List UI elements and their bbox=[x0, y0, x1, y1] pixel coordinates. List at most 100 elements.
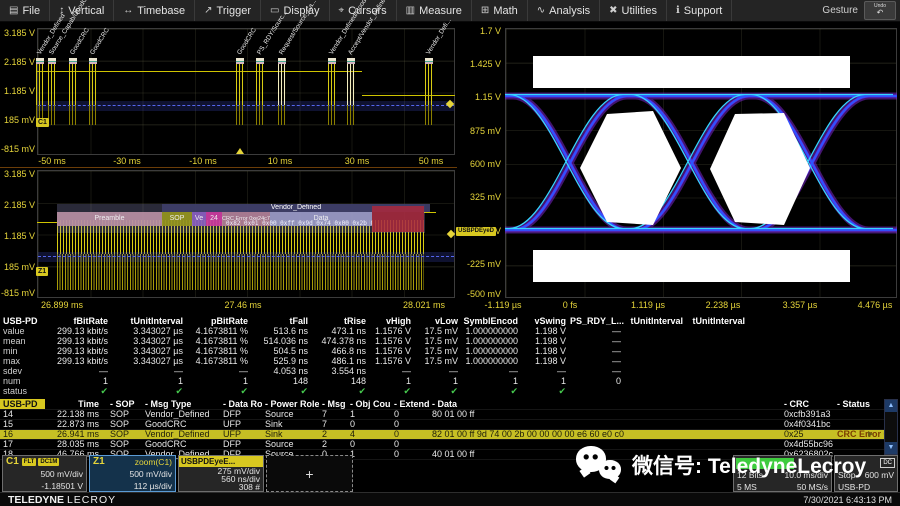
protocol-row[interactable]: 1626.941 msSOPVendor_DefinedUFPSink24082… bbox=[0, 430, 884, 440]
measure-cell: ✔ bbox=[187, 386, 252, 396]
c1-level-badge[interactable]: C1 bbox=[36, 118, 49, 127]
protocol-cell: Sink bbox=[262, 420, 319, 429]
menu-item-label: Support bbox=[684, 5, 723, 17]
protocol-cell: 0 bbox=[391, 440, 429, 449]
measure-cell bbox=[687, 366, 749, 376]
measure-cell: — bbox=[46, 366, 112, 376]
mask-top bbox=[533, 56, 850, 88]
zoom-descriptor-z1[interactable]: Z1 zoom(C1) 500 mV/div 112 µs/div bbox=[89, 455, 176, 492]
channel-descriptor-c1[interactable]: C1 FLTDC1M 500 mV/div -1.18501 V bbox=[2, 455, 87, 492]
measure-cell: 1.198 V bbox=[522, 336, 570, 346]
protocol-cell bbox=[429, 420, 781, 429]
decode-segment: Ve bbox=[192, 212, 206, 226]
axis-tick-label: 1.119 µs bbox=[631, 300, 665, 310]
measure-cell: 3.343027 µs bbox=[112, 346, 187, 356]
measure-cell bbox=[570, 386, 625, 396]
protocol-cell: SOP bbox=[107, 410, 142, 419]
protocol-column-header[interactable]: - SOP bbox=[107, 399, 142, 409]
measure-column-header[interactable]: tUnitInterval bbox=[687, 316, 749, 326]
measure-row-label: max bbox=[0, 356, 46, 366]
menu-item-display[interactable]: ▭Display bbox=[261, 0, 330, 21]
measure-cell bbox=[687, 336, 749, 346]
measure-table: USB-PDfBitRatetUnitIntervalpBitRatetFall… bbox=[0, 316, 900, 396]
zoom-tail-line bbox=[424, 212, 436, 213]
measure-column-header[interactable]: vSwing bbox=[522, 316, 570, 326]
protocol-cell: 0 bbox=[391, 410, 429, 419]
add-trace-button[interactable]: + bbox=[266, 455, 353, 492]
protocol-cell: 0 bbox=[391, 420, 429, 429]
axis-tick-label: 0 fs bbox=[563, 300, 578, 310]
menu-item-math[interactable]: ⊞Math bbox=[472, 0, 528, 21]
eye-trace-badge[interactable]: USBPDEyeD bbox=[456, 227, 496, 236]
protocol-column-header[interactable]: USB-PD bbox=[0, 399, 45, 409]
menu-item-file[interactable]: ▤File bbox=[0, 0, 50, 21]
protocol-row[interactable]: 1522.873 msSOPGoodCRCUFPSink7000x4f0341b… bbox=[0, 420, 884, 430]
protocol-column-header[interactable]: - Msg ID bbox=[319, 399, 347, 409]
measure-cell: 299.13 kbit/s bbox=[46, 356, 112, 366]
eye-descriptor[interactable]: USBPDEyeE... 275 mV/div 560 ns/div 308 # bbox=[178, 455, 264, 492]
measure-cell: 3.343027 µs bbox=[112, 356, 187, 366]
menu-bar-right: Gesture Undo ↶ bbox=[822, 1, 900, 20]
axis-tick-label: 4.476 µs bbox=[858, 300, 893, 310]
protocol-scrollbar[interactable]: ▲ ▼ bbox=[884, 399, 898, 455]
measure-cell: 486.1 ns bbox=[312, 356, 370, 366]
protocol-column-header[interactable]: - Data bbox=[429, 399, 781, 409]
decode-segment: Preamble bbox=[57, 212, 162, 226]
measure-column-header[interactable]: pBitRate bbox=[187, 316, 252, 326]
measure-column-header[interactable]: SymblEncod bbox=[462, 316, 522, 326]
axis-tick-label: 1.7 V bbox=[457, 27, 501, 36]
measure-cell: 1.1576 V bbox=[370, 346, 415, 356]
row-expand-icon[interactable] bbox=[868, 431, 873, 437]
measure-cell: — bbox=[370, 366, 415, 376]
menu-item-analysis[interactable]: ∿Analysis bbox=[528, 0, 600, 21]
menu-item-measure[interactable]: ▥Measure bbox=[397, 0, 472, 21]
protocol-cell: 1 bbox=[347, 410, 391, 419]
measure-column-header[interactable]: tUnitInterval bbox=[625, 316, 687, 326]
measure-cell bbox=[625, 326, 687, 336]
protocol-column-header[interactable]: - Data Role bbox=[220, 399, 262, 409]
axis-tick-label: -815 mV bbox=[0, 145, 35, 154]
trigger-level: 600 mV bbox=[865, 469, 894, 481]
cc-line-low bbox=[362, 95, 455, 96]
protocol-column-header[interactable]: - Power Role bbox=[262, 399, 319, 409]
protocol-cell: 0 bbox=[347, 420, 391, 429]
protocol-column-header[interactable]: Time bbox=[45, 399, 107, 409]
menu-item-timebase[interactable]: ↔Timebase bbox=[114, 0, 195, 21]
measure-cell: 466.8 ns bbox=[312, 346, 370, 356]
measure-column-header[interactable]: PS_RDY_L... bbox=[570, 316, 625, 326]
measure-column-header[interactable]: vHigh bbox=[370, 316, 415, 326]
protocol-column-header[interactable]: - CRC bbox=[781, 399, 834, 409]
axis-tick-label: 1.185 V bbox=[0, 87, 35, 96]
mask-bottom bbox=[533, 250, 850, 282]
protocol-row[interactable]: 1422.138 msSOPVendor_DefinedDFPSource710… bbox=[0, 410, 884, 420]
measure-cell: 525.9 ns bbox=[252, 356, 312, 366]
menu-item-support[interactable]: ℹSupport bbox=[667, 0, 732, 21]
menu-item-utilities[interactable]: ✖Utilities bbox=[600, 0, 667, 21]
trigger-time-marker[interactable] bbox=[236, 148, 244, 154]
burst bbox=[69, 58, 77, 125]
protocol-cell: 0 bbox=[391, 430, 429, 439]
measure-column-header[interactable]: tUnitInterval bbox=[112, 316, 187, 326]
z1-level-badge[interactable]: Z1 bbox=[36, 267, 48, 276]
protocol-column-header[interactable]: - Msg Type bbox=[142, 399, 220, 409]
measure-cell: ✔ bbox=[370, 386, 415, 396]
measure-icon: ▥ bbox=[406, 5, 415, 16]
measure-column-header[interactable]: tFall bbox=[252, 316, 312, 326]
protocol-column-header[interactable]: - Extended bbox=[391, 399, 429, 409]
measure-row: sdev———4.053 ns3.554 ns————— bbox=[0, 366, 900, 376]
zoom-divider-line bbox=[0, 167, 457, 168]
undo-button[interactable]: Undo ↶ bbox=[864, 1, 896, 20]
menu-item-trigger[interactable]: ↗Trigger bbox=[195, 0, 261, 21]
measure-column-header[interactable]: tRise bbox=[312, 316, 370, 326]
c1-coupling-badge: FLT bbox=[22, 458, 37, 466]
status-bar: TELEDYNE LECROY 7/30/2021 6:43:13 PM bbox=[0, 492, 900, 506]
measure-column-header[interactable]: vLow bbox=[415, 316, 462, 326]
axis-tick-label: 1.425 V bbox=[457, 60, 501, 69]
scroll-down-button[interactable]: ▼ bbox=[885, 442, 897, 454]
protocol-column-header[interactable]: - Status bbox=[834, 399, 884, 409]
scroll-up-button[interactable]: ▲ bbox=[885, 400, 897, 412]
measure-header-row: USB-PDfBitRatetUnitIntervalpBitRatetFall… bbox=[0, 316, 900, 326]
protocol-column-header[interactable]: - Obj Count bbox=[347, 399, 391, 409]
measure-cell: 299.13 kbit/s bbox=[46, 326, 112, 336]
measure-column-header[interactable]: fBitRate bbox=[46, 316, 112, 326]
